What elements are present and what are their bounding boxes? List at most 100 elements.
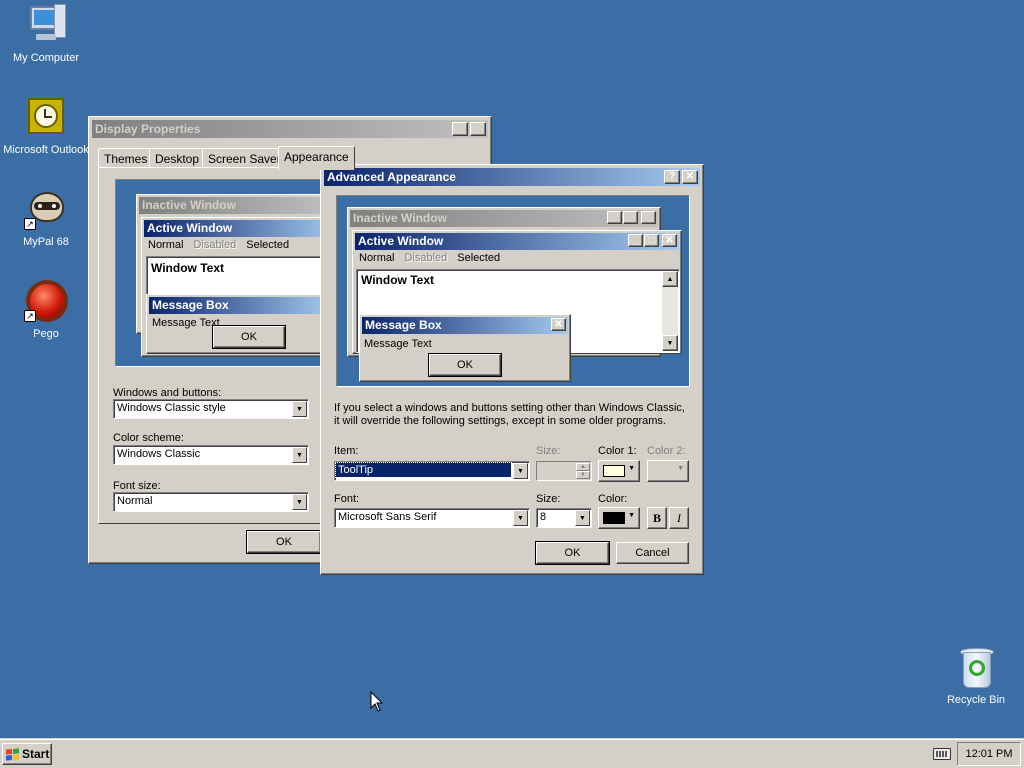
- desktop-icon-pego[interactable]: ↗ Pego: [1, 280, 91, 340]
- icon-label: MyPal 68: [23, 236, 69, 248]
- start-label: Start: [22, 747, 50, 761]
- shortcut-arrow-icon: ↗: [24, 218, 36, 230]
- preview-msgbox-text: Message Text: [152, 317, 220, 329]
- icon-label: Microsoft Outlook: [3, 144, 89, 156]
- windows-buttons-label: Windows and buttons:: [113, 387, 222, 399]
- item-select[interactable]: ToolTip ▼: [334, 461, 530, 481]
- help-button[interactable]: ?: [452, 122, 468, 136]
- chevron-down-icon[interactable]: ▼: [292, 447, 307, 463]
- taskbar: Start 12:01 PM: [0, 738, 1024, 768]
- color1-button[interactable]: ▼: [598, 460, 640, 482]
- chevron-down-icon[interactable]: ▼: [513, 463, 528, 479]
- chevron-down-icon[interactable]: ▼: [292, 494, 307, 510]
- windows-buttons-value: Windows Classic style: [117, 402, 226, 414]
- scroll-down-icon: ▼: [662, 335, 678, 351]
- advanced-cancel-button[interactable]: Cancel: [616, 542, 689, 564]
- chevron-down-icon[interactable]: ▼: [513, 510, 528, 526]
- preview-menu-normal: Normal: [148, 239, 184, 251]
- color1-label: Color 1:: [598, 445, 637, 457]
- font-size-select[interactable]: 8 ▼: [536, 508, 592, 528]
- spin-up-icon: ▲: [576, 463, 590, 471]
- minimize-icon: _: [628, 234, 643, 247]
- system-tray: 12:01 PM: [957, 742, 1021, 766]
- desktop-icon-my-computer[interactable]: My Computer: [1, 4, 91, 64]
- mouse-cursor-icon: [370, 691, 384, 712]
- advanced-preview: Inactive Window _ □ ✕ Active Window _ □ …: [336, 195, 690, 387]
- chevron-down-icon: ▼: [628, 465, 635, 472]
- preview-active-title: Active Window: [358, 234, 444, 248]
- maximize-icon: □: [644, 234, 659, 247]
- clock[interactable]: 12:01 PM: [965, 748, 1012, 760]
- advanced-appearance-titlebar[interactable]: Advanced Appearance ? ✕: [324, 168, 700, 186]
- preview-msgbox-title: Message Box: [365, 318, 442, 332]
- preview-inactive-title: Inactive Window: [353, 211, 447, 225]
- info-text-line2: it will override the following settings,…: [334, 415, 666, 427]
- color-scheme-select[interactable]: Windows Classic ▼: [113, 445, 309, 465]
- tab-themes[interactable]: Themes: [98, 148, 154, 168]
- font-size-label: Size:: [536, 493, 561, 505]
- recycle-bin-icon: [954, 646, 998, 690]
- italic-button[interactable]: I: [669, 507, 689, 529]
- close-icon: ✕: [551, 318, 566, 331]
- desktop-icon-recycle-bin[interactable]: Recycle Bin: [931, 646, 1021, 706]
- keyboard-tray-icon[interactable]: [933, 748, 951, 760]
- font-color-label: Color:: [598, 493, 628, 505]
- appearance-preview: Inactive Window Active Window Normal Dis…: [115, 179, 341, 367]
- scroll-up-icon: ▲: [662, 271, 678, 287]
- advanced-ok-button[interactable]: OK: [535, 541, 610, 565]
- preview-ok-button: OK: [212, 325, 286, 349]
- preview-menu-normal: Normal: [359, 252, 395, 264]
- help-button[interactable]: ?: [664, 170, 680, 184]
- chevron-down-icon: ▼: [677, 465, 684, 472]
- color-scheme-value: Windows Classic: [117, 448, 201, 460]
- tab-screen-saver[interactable]: Screen Saver: [202, 148, 287, 168]
- preview-menu-disabled: Disabled: [404, 252, 448, 264]
- preview-menu-selected: Selected: [457, 252, 501, 264]
- font-size-value: 8: [540, 511, 547, 523]
- size-spinner: ▲ ▼: [536, 461, 592, 481]
- preview-ok-button: OK: [428, 353, 502, 377]
- maximize-icon: □: [623, 211, 638, 224]
- my-computer-icon: [24, 4, 68, 48]
- font-value: Microsoft Sans Serif: [338, 511, 437, 523]
- shortcut-arrow-icon: ↗: [24, 310, 36, 322]
- font-select[interactable]: Microsoft Sans Serif ▼: [334, 508, 530, 528]
- icon-label: Pego: [33, 328, 59, 340]
- close-icon: ✕: [662, 234, 677, 247]
- font-size-label: Font size:: [113, 480, 161, 492]
- bold-button[interactable]: B: [647, 507, 667, 529]
- display-properties-titlebar[interactable]: Display Properties ? ✕: [92, 120, 488, 138]
- font-size-select[interactable]: Normal ▼: [113, 492, 309, 512]
- preview-active-title: Active Window: [144, 220, 338, 237]
- close-button[interactable]: ✕: [682, 170, 698, 184]
- window-title: Display Properties: [95, 122, 201, 136]
- font-label: Font:: [334, 493, 360, 505]
- advanced-appearance-window: Advanced Appearance ? ✕ Inactive Window …: [320, 164, 704, 575]
- windows-buttons-select[interactable]: Windows Classic style ▼: [113, 399, 309, 419]
- tab-desktop[interactable]: Desktop: [149, 148, 206, 168]
- item-value: ToolTip: [335, 462, 512, 478]
- preview-msgbox-title: Message Box: [149, 297, 331, 314]
- color1-swatch: [603, 465, 625, 477]
- pego-red-ball-icon: ↗: [24, 280, 68, 324]
- color-scheme-label: Color scheme:: [113, 432, 184, 444]
- desktop-icon-mypal[interactable]: ↗ MyPal 68: [1, 188, 91, 248]
- tab-appearance[interactable]: Appearance: [278, 146, 355, 170]
- preview-active-window: Active Window Normal Disabled Selected W…: [141, 217, 341, 357]
- start-button[interactable]: Start: [2, 743, 52, 765]
- windows-logo-icon: [6, 747, 19, 761]
- display-ok-button[interactable]: OK: [246, 530, 322, 554]
- desktop-icon-outlook[interactable]: Microsoft Outlook: [1, 96, 91, 156]
- info-text-line1: If you select a windows and buttons sett…: [334, 402, 685, 414]
- preview-inactive-title: Inactive Window: [139, 197, 333, 214]
- color2-button: ▼: [647, 460, 689, 482]
- chevron-down-icon[interactable]: ▼: [292, 401, 307, 417]
- font-color-button[interactable]: ▼: [598, 507, 640, 529]
- preview-window-text: Window Text: [151, 261, 224, 275]
- item-label: Item:: [334, 445, 359, 457]
- size-label: Size:: [536, 445, 561, 457]
- window-title: Advanced Appearance: [327, 170, 456, 184]
- preview-menu-selected: Selected: [246, 239, 290, 251]
- close-button[interactable]: ✕: [470, 122, 486, 136]
- chevron-down-icon[interactable]: ▼: [575, 510, 590, 526]
